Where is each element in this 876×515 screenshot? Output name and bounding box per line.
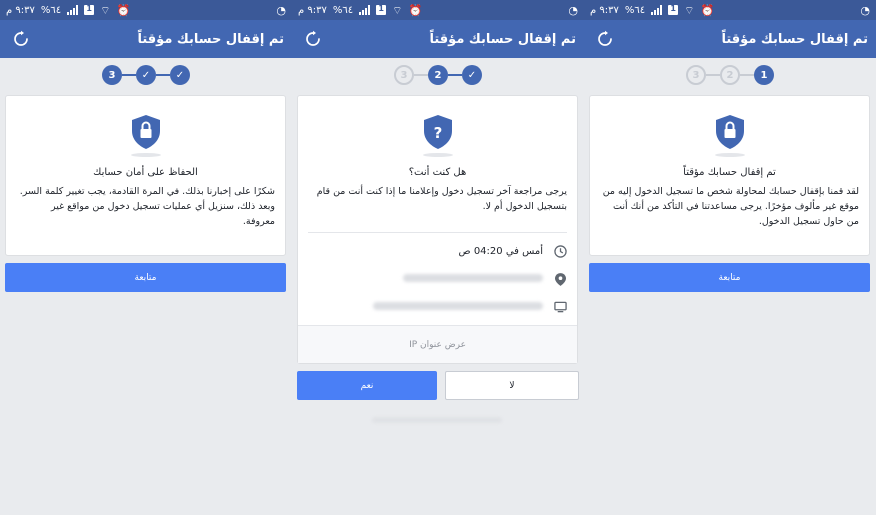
sim-icon: 1 [668,5,679,15]
login-device-row [298,293,577,321]
wifi-icon: ⌔ [684,3,695,17]
sync-icon: ◔ [276,3,286,17]
time-text: ٩:٣٧ م [298,4,327,16]
location-redacted [308,273,553,285]
card-heading: تم إقفال حسابك مؤقتاً [683,167,776,178]
card-body: يرجى مراجعة آخر تسجيل دخول وإعلامنا ما إ… [316,186,567,212]
refresh-icon[interactable] [594,28,616,50]
signal-icon [359,5,371,15]
card-heading: هل كنت أنت؟ [408,167,467,178]
time-text: ٩:٣٧ م [590,4,619,16]
page-title: تم إقفال حسابك مؤقتاً [429,31,576,47]
wifi-icon: ⌔ [100,3,111,17]
info-card: الحفاظ على أمان حسابك شكرًا على إخبارنا … [5,95,286,256]
screen-keep-account-safe: ٩:٣٧ م %٦٤ 1 ⌔ ⏰ ◔ تم إقفال حسابك مؤقتاً… [0,0,292,515]
device-redacted [308,301,553,313]
battery-text: %٦٤ [624,4,646,16]
login-location-row [298,265,577,293]
header-bar: تم إقفال حسابك مؤقتاً [584,20,876,58]
card-heading: الحفاظ على أمان حسابك [93,167,198,178]
time-text: ٩:٣٧ م [6,4,35,16]
refresh-icon[interactable] [10,28,32,50]
sim-icon: 1 [84,5,95,15]
card-body: شكرًا على إخبارنا بذلك. في المرة القادمة… [19,186,275,227]
page-title: تم إقفال حسابك مؤقتاً [721,31,868,47]
sync-icon: ◔ [568,3,578,17]
svg-text:?: ? [433,124,442,142]
step-1-check-icon: ✓ [462,65,482,85]
refresh-icon[interactable] [302,28,324,50]
shield-lock-icon [715,115,744,149]
screen-account-locked: ٩:٣٧ م %٦٤ 1 ⌔ ⏰ ◔ تم إقفال حسابك مؤقتاً… [584,0,876,515]
yes-button[interactable]: نعم [297,371,437,400]
step-2: 2 [720,65,740,85]
no-button[interactable]: لا [445,371,579,400]
shield-lock-icon [131,115,160,149]
battery-text: %٦٤ [40,4,62,16]
monitor-icon [553,300,567,314]
status-bar: ٩:٣٧ م %٦٤ 1 ⌔ ⏰ ◔ [0,0,292,20]
login-review-card: ? هل كنت أنت؟ يرجى مراجعة آخر تسجيل دخول… [297,95,578,364]
show-ip-link[interactable]: عرض عنوان IP [298,325,577,363]
step-1: 1 [754,65,774,85]
redacted-footer [372,417,502,423]
continue-button[interactable]: متابعة [5,263,286,292]
wifi-icon: ⌔ [392,3,403,17]
signal-icon [651,5,663,15]
header-bar: تم إقفال حسابك مؤقتاً [292,20,584,58]
step-indicator: 3 2 ✓ [292,58,584,92]
battery-text: %٦٤ [332,4,354,16]
shield-question-icon: ? [423,115,452,149]
continue-button[interactable]: متابعة [589,263,870,292]
screen-was-it-you: ٩:٣٧ م %٦٤ 1 ⌔ ⏰ ◔ تم إقفال حسابك مؤقتاً… [292,0,584,515]
step-indicator: 3 ✓ ✓ [0,58,292,92]
step-3: 3 [394,65,414,85]
login-time-row: أمس في 04:20 ص [298,237,577,265]
step-3: 3 [102,65,122,85]
step-1-check-icon: ✓ [170,65,190,85]
step-3: 3 [686,65,706,85]
status-bar: ٩:٣٧ م %٦٤ 1 ⌔ ⏰ ◔ [292,0,584,20]
step-2: 2 [428,65,448,85]
signal-icon [67,5,79,15]
login-time-text: أمس في 04:20 ص [458,245,543,257]
clock-icon [553,244,567,258]
info-card: تم إقفال حسابك مؤقتاً لقد قمنا بإقفال حس… [589,95,870,256]
step-2-check-icon: ✓ [136,65,156,85]
sim-icon: 1 [376,5,387,15]
step-indicator: 3 2 1 [584,58,876,92]
alarm-icon: ⏰ [700,3,715,17]
status-bar: ٩:٣٧ م %٦٤ 1 ⌔ ⏰ ◔ [584,0,876,20]
location-pin-icon [553,272,567,286]
card-body: لقد قمنا بإقفال حسابك لمحاولة شخص ما تسج… [602,186,859,227]
sync-icon: ◔ [860,3,870,17]
alarm-icon: ⏰ [116,3,131,17]
page-title: تم إقفال حسابك مؤقتاً [137,31,284,47]
alarm-icon: ⏰ [408,3,423,17]
header-bar: تم إقفال حسابك مؤقتاً [0,20,292,58]
